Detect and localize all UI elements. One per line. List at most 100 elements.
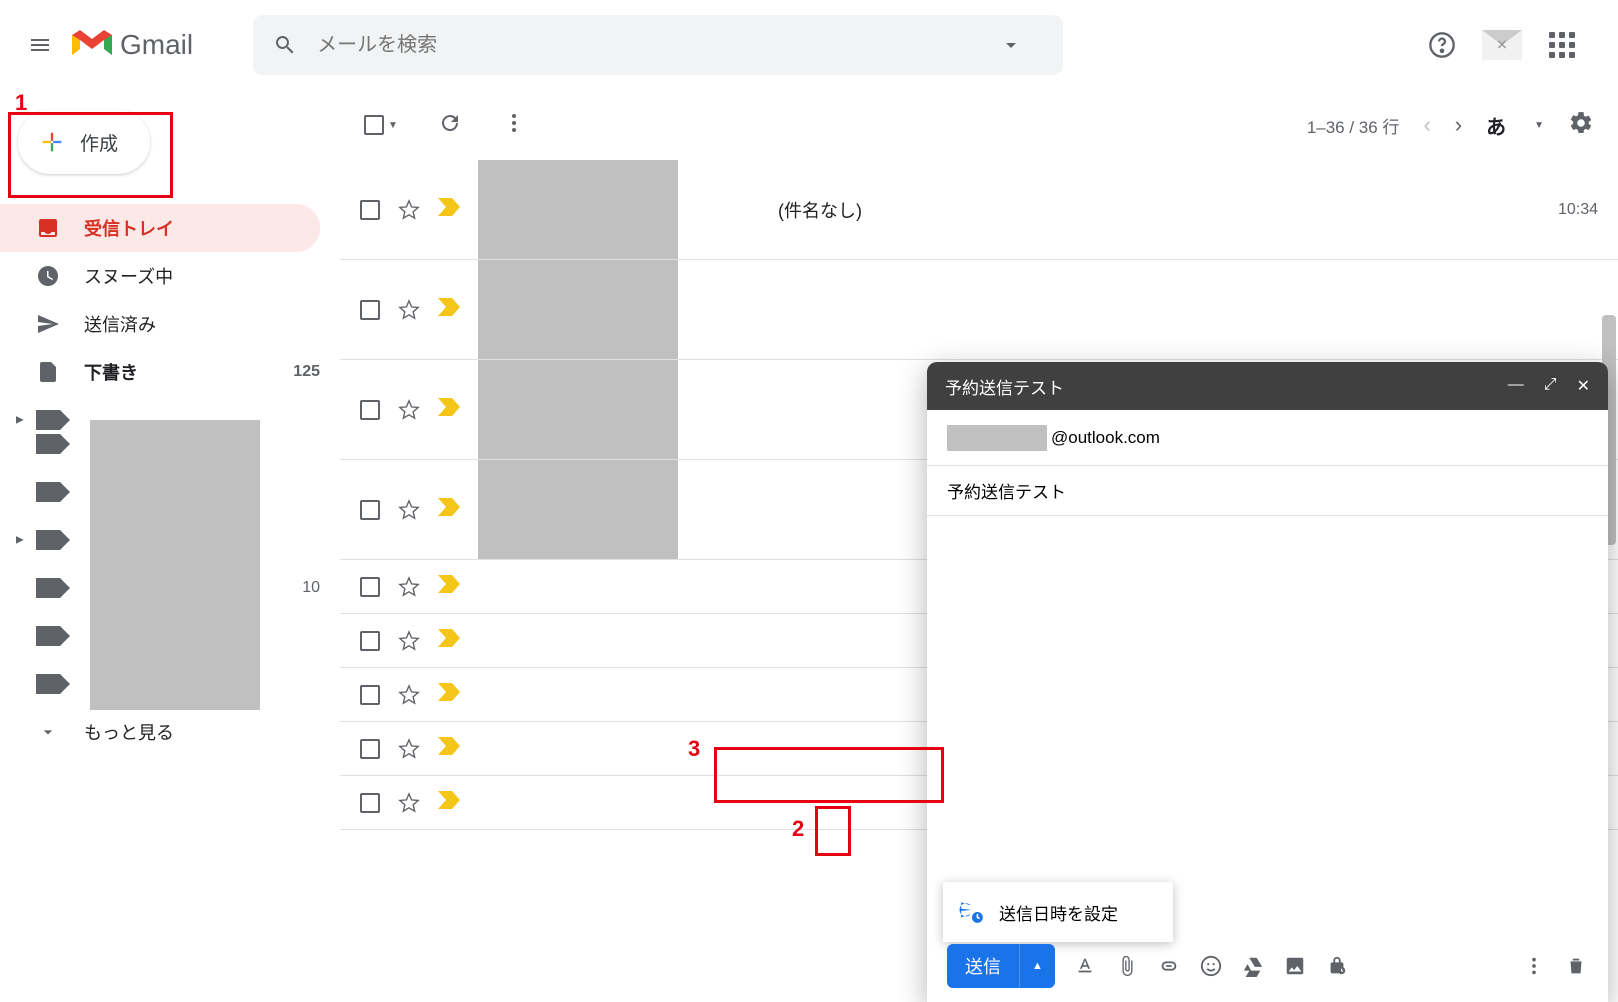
minimize-icon[interactable]: — (1508, 376, 1524, 396)
close-icon[interactable]: ✕ (1577, 376, 1590, 396)
more-menu-button[interactable] (502, 111, 526, 140)
row-checkbox[interactable] (360, 200, 380, 220)
sidebar-item-label: 下書き (84, 359, 138, 385)
main-panel: ▼ 1–36 / 36 行 ‹ › あ ▼ (件名なし) 10:34 (340, 90, 1618, 1002)
select-dropdown-icon[interactable]: ▼ (388, 120, 398, 131)
compose-to-field[interactable]: @outlook.com (927, 410, 1608, 466)
search-icon (273, 33, 297, 57)
sidebar-item-label-5[interactable]: 10 (0, 564, 340, 612)
row-checkbox[interactable] (360, 685, 380, 705)
annotation-label-3: 3 (688, 736, 700, 762)
menu-icon[interactable] (16, 21, 64, 69)
mail-row[interactable] (340, 260, 1618, 360)
page-range: 1–36 / 36 行 (1307, 113, 1400, 138)
discard-icon[interactable] (1564, 954, 1588, 978)
label-icon (36, 432, 60, 456)
row-checkbox[interactable] (360, 793, 380, 813)
importance-icon[interactable] (438, 575, 460, 598)
send-options-dropdown[interactable]: ▲ (1019, 944, 1055, 988)
ime-dropdown-icon[interactable]: ▼ (1534, 120, 1544, 131)
annotation-label-2: 2 (792, 816, 804, 842)
more-options-icon[interactable] (1522, 954, 1546, 978)
importance-icon[interactable] (438, 683, 460, 706)
star-icon[interactable] (398, 630, 420, 652)
help-icon[interactable] (1422, 25, 1462, 65)
apps-icon[interactable] (1542, 25, 1582, 65)
mail-row[interactable]: (件名なし) 10:34 (340, 160, 1618, 260)
star-icon[interactable] (398, 738, 420, 760)
chevron-right-icon[interactable]: ▶ (16, 535, 24, 546)
row-checkbox[interactable] (360, 577, 380, 597)
next-page-button[interactable]: › (1455, 112, 1462, 138)
annotation-label-1: 1 (15, 90, 27, 116)
sidebar-item-label-6[interactable] (0, 612, 340, 660)
label-icon (36, 528, 60, 552)
mail-status-icon[interactable]: ✕ (1482, 25, 1522, 65)
star-icon[interactable] (398, 199, 420, 221)
sidebar-item-label-4[interactable]: ▶ (0, 516, 340, 564)
expand-icon[interactable]: ⤢ (1544, 376, 1557, 396)
sidebar-item-label: 受信トレイ (84, 215, 174, 241)
star-icon[interactable] (398, 399, 420, 421)
ime-indicator[interactable]: あ (1486, 111, 1506, 140)
star-icon[interactable] (398, 792, 420, 814)
label-icon (36, 672, 60, 696)
formatting-icon[interactable] (1073, 954, 1097, 978)
sidebar-item-sent[interactable]: 送信済み (0, 300, 340, 348)
send-button[interactable]: 送信 ▲ (947, 944, 1055, 988)
attachment-icon[interactable] (1115, 954, 1139, 978)
settings-icon[interactable] (1568, 110, 1594, 141)
drive-icon[interactable] (1241, 954, 1265, 978)
row-checkbox[interactable] (360, 500, 380, 520)
row-checkbox[interactable] (360, 400, 380, 420)
schedule-send-label: 送信日時を設定 (999, 900, 1118, 925)
sidebar-item-label-2[interactable] (0, 420, 340, 468)
drafts-icon (36, 360, 60, 384)
importance-icon[interactable] (438, 498, 460, 521)
sidebar-item-drafts[interactable]: 下書き 125 (0, 348, 340, 396)
drafts-count: 125 (293, 363, 320, 381)
importance-icon[interactable] (438, 198, 460, 221)
emoji-icon[interactable] (1199, 954, 1223, 978)
sidebar: 作成 受信トレイ スヌーズ中 送信済み 下書き 125 ▶ (0, 90, 340, 1002)
schedule-send-icon (959, 899, 985, 925)
row-checkbox[interactable] (360, 739, 380, 759)
star-icon[interactable] (398, 499, 420, 521)
select-all-checkbox[interactable] (364, 115, 384, 135)
gmail-logo: Gmail (72, 29, 193, 61)
row-checkbox[interactable] (360, 631, 380, 651)
importance-icon[interactable] (438, 629, 460, 652)
row-checkbox[interactable] (360, 300, 380, 320)
importance-icon[interactable] (438, 398, 460, 421)
compose-label: 作成 (80, 129, 118, 156)
app-header: Gmail ✕ (0, 0, 1618, 90)
star-icon[interactable] (398, 576, 420, 598)
send-label: 送信 (947, 953, 1019, 979)
confidential-icon[interactable] (1325, 954, 1349, 978)
search-options-icon[interactable] (999, 33, 1023, 57)
sidebar-item-more[interactable]: もっと見る (0, 708, 340, 756)
search-bar[interactable] (253, 15, 1063, 75)
sidebar-item-snoozed[interactable]: スヌーズ中 (0, 252, 340, 300)
star-icon[interactable] (398, 299, 420, 321)
label-icon (36, 480, 60, 504)
importance-icon[interactable] (438, 737, 460, 760)
compose-body[interactable] (927, 516, 1608, 930)
importance-icon[interactable] (438, 298, 460, 321)
star-icon[interactable] (398, 684, 420, 706)
search-input[interactable] (317, 34, 999, 57)
prev-page-button[interactable]: ‹ (1423, 112, 1430, 138)
sidebar-item-inbox[interactable]: 受信トレイ (0, 204, 320, 252)
sidebar-item-label-3[interactable] (0, 468, 340, 516)
link-icon[interactable] (1157, 954, 1181, 978)
compose-button[interactable]: 作成 (18, 110, 150, 174)
sidebar-item-label-7[interactable] (0, 660, 340, 708)
compose-toolbar: 送信 ▲ (927, 930, 1608, 1002)
importance-icon[interactable] (438, 791, 460, 814)
mail-time: 10:34 (1558, 201, 1598, 219)
clock-icon (36, 264, 60, 288)
compose-header[interactable]: 予約送信テスト — ⤢ ✕ (927, 362, 1608, 410)
compose-subject-field[interactable]: 予約送信テスト (927, 466, 1608, 516)
refresh-button[interactable] (438, 111, 462, 140)
image-icon[interactable] (1283, 954, 1307, 978)
